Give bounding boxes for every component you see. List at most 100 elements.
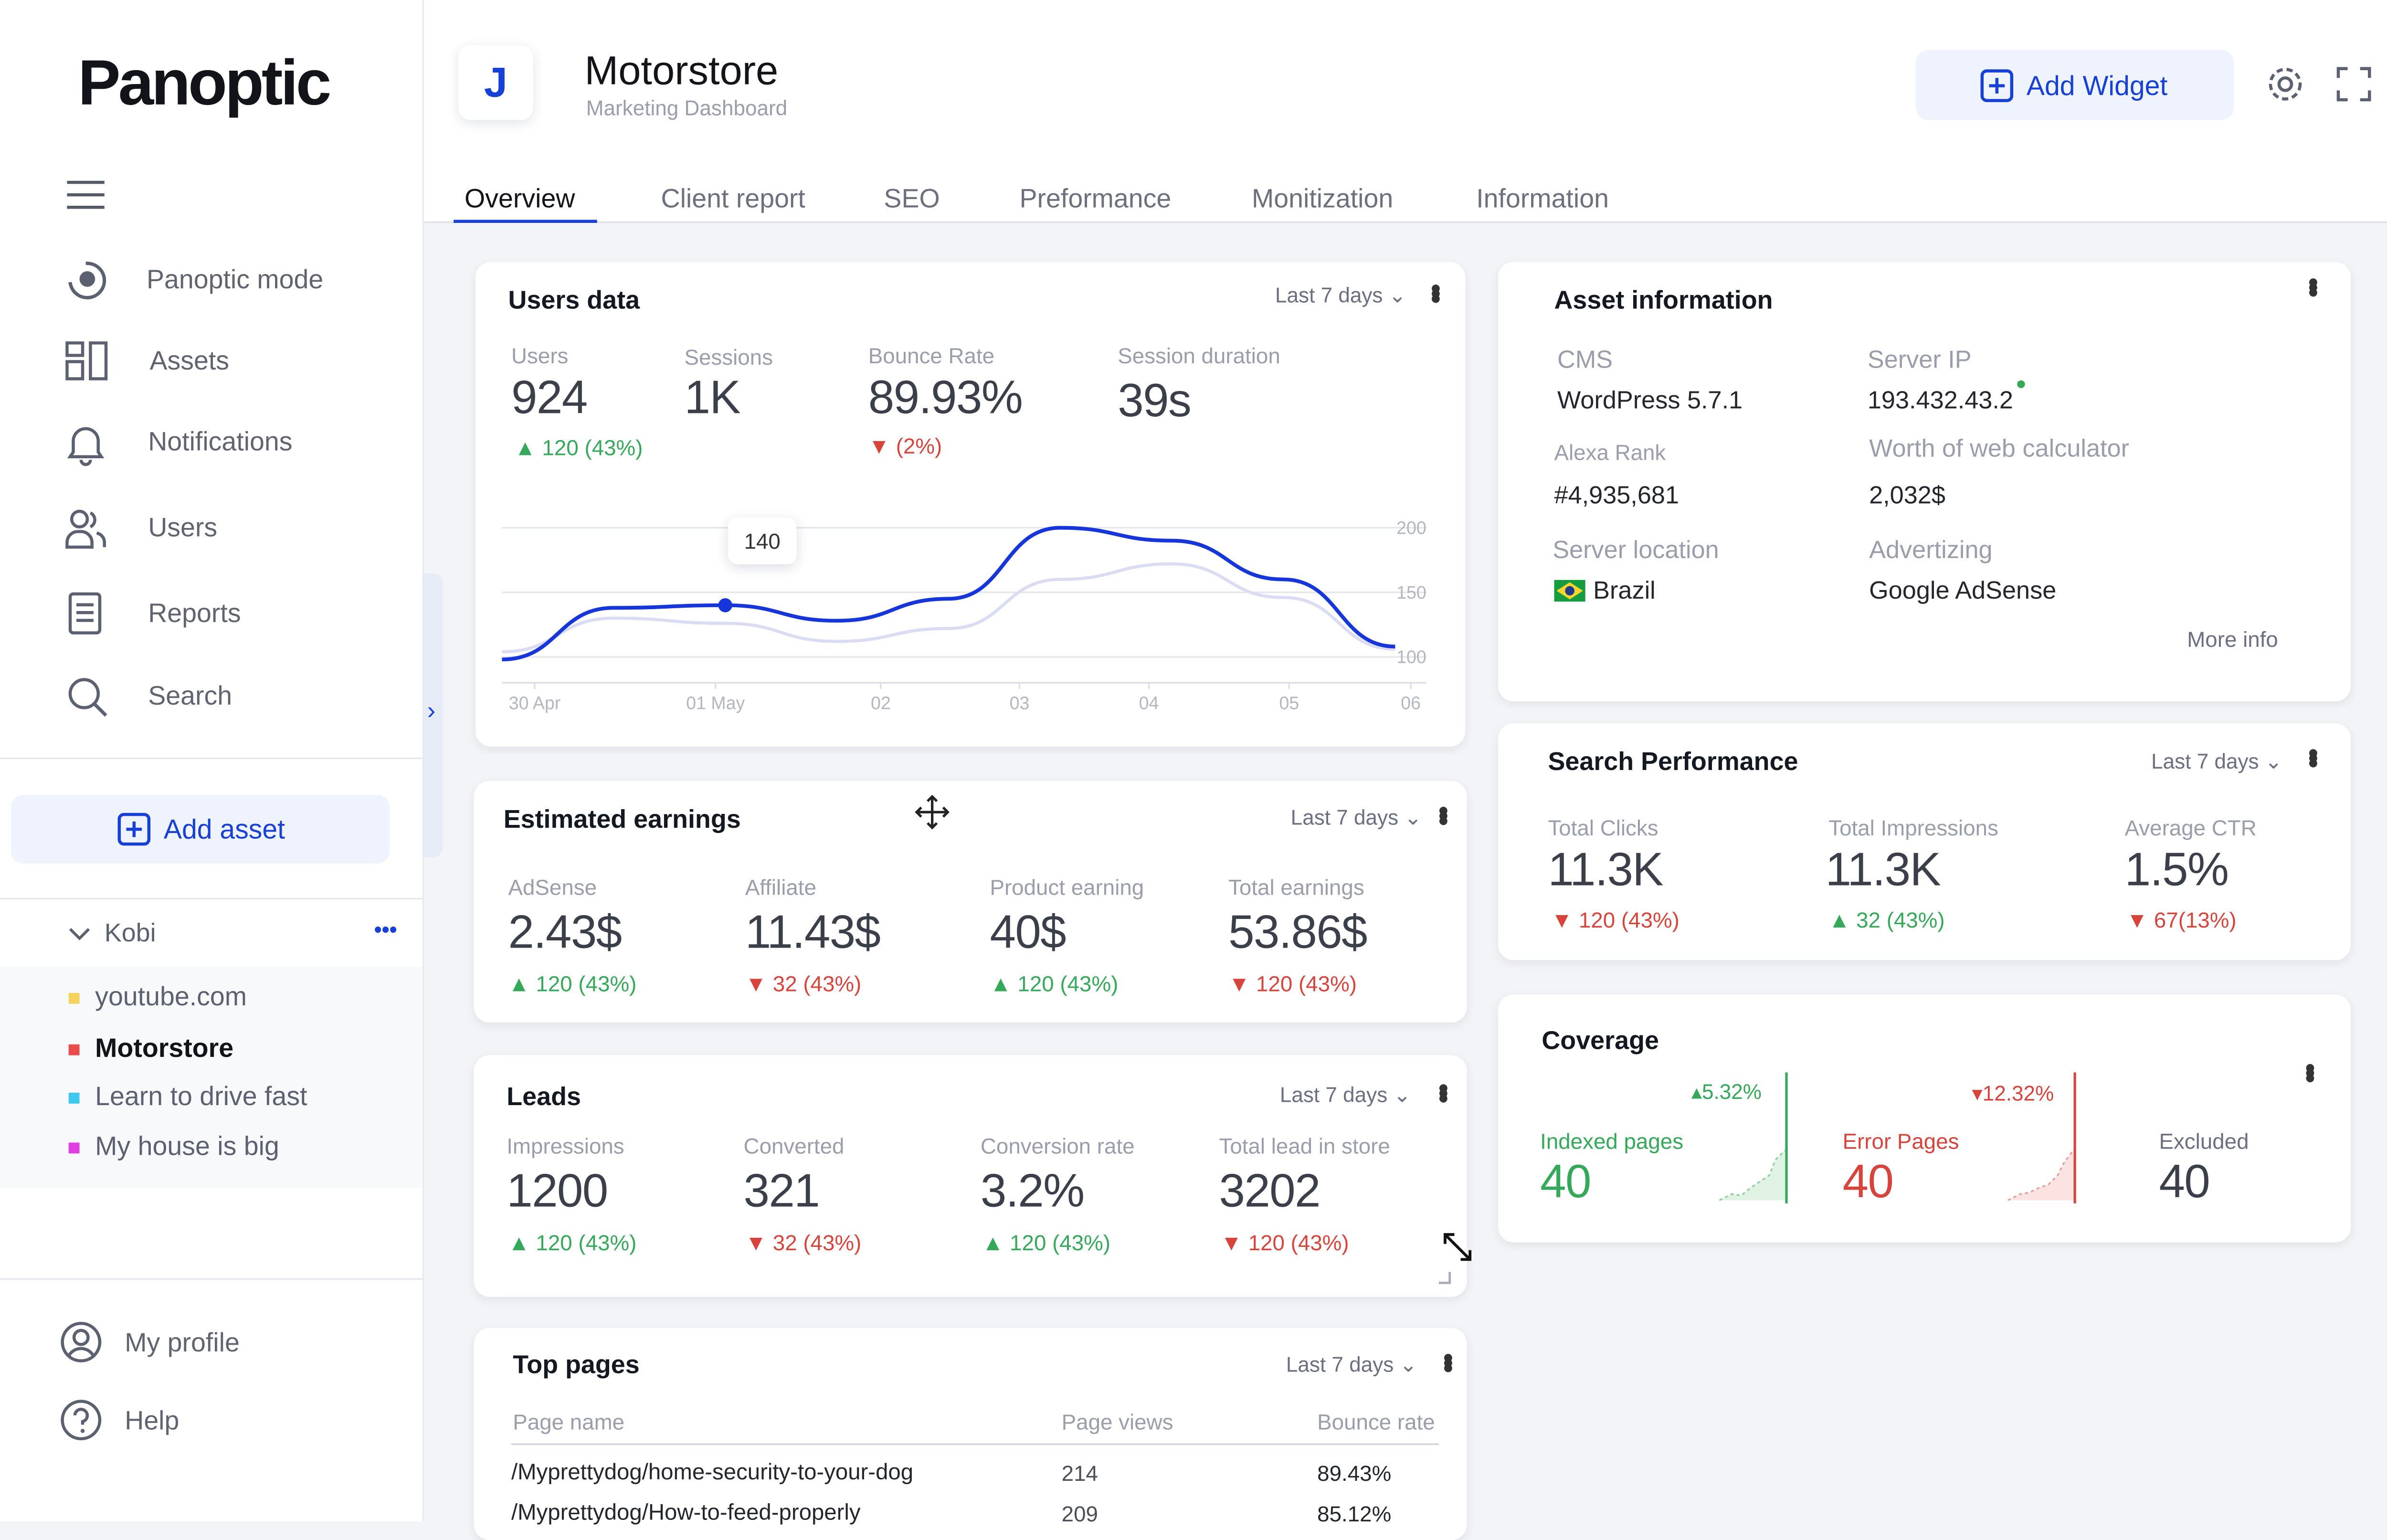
sidebar-item-help[interactable]: Help: [59, 1398, 371, 1442]
change-text: 32 (43%): [1856, 907, 1945, 932]
metric-label: Product earning: [990, 874, 1144, 900]
more-vertical-icon[interactable]: •••: [2298, 748, 2329, 763]
metric-change: ▼ 120 (43%): [1551, 907, 1679, 932]
logo[interactable]: Panoptic: [78, 46, 331, 120]
date-range-select[interactable]: Last 7 days ⌄: [2151, 750, 2282, 775]
error-sparkline: [2007, 1072, 2076, 1203]
tab-client-report[interactable]: Client report: [661, 184, 805, 215]
asset-color-dot: [68, 993, 80, 1004]
tab-preformance[interactable]: Preformance: [1020, 184, 1172, 215]
metric-value: 321: [743, 1166, 820, 1218]
x-tick-label: 30 Apr: [509, 693, 561, 713]
earnings-card: Estimated earnings Last 7 days ⌄ ••• AdS…: [474, 781, 1467, 1023]
resize-handle-icon[interactable]: [1437, 1270, 1453, 1286]
list-item[interactable]: Motorstore: [68, 1033, 234, 1065]
add-asset-button[interactable]: Add asset: [11, 795, 390, 864]
menu-icon[interactable]: [65, 179, 106, 211]
date-range-select[interactable]: Last 7 days ⌄: [1280, 1083, 1411, 1108]
sidebar-item-my-profile[interactable]: My profile: [59, 1320, 371, 1364]
tab-seo[interactable]: SEO: [884, 184, 940, 215]
field-value: #4,935,681: [1554, 483, 1679, 510]
column-header[interactable]: Page views: [1062, 1409, 1173, 1434]
metric-change: ▲ 120 (43%): [990, 971, 1119, 996]
change-text: 120 (43%): [1248, 1230, 1349, 1255]
asset-label: Learn to drive fast: [95, 1082, 307, 1112]
status-online-dot: [2017, 380, 2025, 389]
add-widget-button[interactable]: Add Widget: [1916, 50, 2234, 120]
field-value: 193.432.43.2: [1867, 388, 2013, 415]
list-item[interactable]: youtube.com: [68, 982, 247, 1013]
asset-color-dot: [68, 1093, 80, 1104]
change-text: 120 (43%): [1578, 907, 1679, 932]
plus-square-icon: [1980, 69, 2014, 103]
sidebar-item-notifications[interactable]: Notifications: [63, 419, 405, 466]
column-header[interactable]: Page name: [513, 1409, 624, 1434]
y-tick-label: 150: [1396, 582, 1426, 602]
gear-icon[interactable]: [2267, 65, 2304, 103]
sidebar-item-users[interactable]: Users: [63, 505, 405, 552]
logo-text: Panoptic: [78, 46, 331, 119]
x-tick-label: 04: [1139, 693, 1159, 713]
column-header[interactable]: Bounce rate: [1317, 1409, 1435, 1434]
metric-label: Sessions: [684, 344, 773, 369]
metric-change: ▲ 120 (43%): [982, 1230, 1111, 1255]
change-text: 120 (43%): [1256, 971, 1357, 996]
metric-change: ▼ (2%): [868, 433, 942, 459]
sidebar-item-reports[interactable]: Reports: [63, 591, 405, 638]
more-horizontal-icon[interactable]: •••: [374, 917, 397, 941]
tab-overview[interactable]: Overview: [465, 184, 575, 215]
more-vertical-icon[interactable]: •••: [1428, 806, 1459, 821]
date-range-select[interactable]: Last 7 days ⌄: [1275, 284, 1406, 308]
field-label: Alexa Rank: [1554, 439, 1666, 465]
range-label: Last 7 days: [2151, 749, 2259, 773]
metric-label: Session duration: [1118, 343, 1280, 368]
sidebar-item-assets[interactable]: Assets: [63, 338, 405, 385]
table-row[interactable]: /Myprettydog/How-to-feed-properly 209 85…: [511, 1499, 1439, 1537]
metric-label: Users: [511, 343, 569, 368]
card-title: Estimated earnings: [503, 806, 741, 834]
asset-label: youtube.com: [95, 982, 247, 1012]
asset-group-kobi[interactable]: Kobi •••: [63, 917, 405, 951]
more-vertical-icon[interactable]: •••: [1420, 284, 1451, 299]
tab-monitization[interactable]: Monitization: [1252, 184, 1393, 215]
sidebar-item-panoptic-mode[interactable]: Panoptic mode: [63, 256, 405, 303]
indexed-sparkline: [1719, 1072, 1788, 1203]
range-label: Last 7 days: [1279, 1083, 1388, 1107]
metric-change: ▼ 120 (43%): [1228, 971, 1357, 996]
field-label: Advertizing: [1869, 538, 1993, 565]
cell-page-views: 214: [1061, 1460, 1098, 1486]
add-widget-label: Add Widget: [2026, 70, 2168, 102]
series-line: [502, 526, 1395, 662]
more-vertical-icon[interactable]: •••: [1433, 1353, 1464, 1368]
reports-icon: [68, 592, 103, 636]
more-info-link[interactable]: More info: [2187, 627, 2278, 652]
tab-information[interactable]: Information: [1476, 184, 1609, 215]
x-tick-label: 01 May: [686, 693, 745, 713]
range-label: Last 7 days: [1275, 284, 1383, 307]
list-item[interactable]: Learn to drive fast: [68, 1082, 307, 1113]
sidebar-item-search[interactable]: Search: [63, 674, 405, 720]
fullscreen-icon[interactable]: [2335, 65, 2372, 103]
metric-label: AdSense: [508, 874, 597, 900]
resize-arrow-icon[interactable]: [1440, 1230, 1475, 1264]
avatar[interactable]: J: [458, 45, 533, 120]
metric-value: 40: [1842, 1156, 1894, 1208]
change-text: 120 (43%): [536, 1230, 637, 1255]
change-text: 67(13%): [2154, 907, 2237, 932]
asset-label: Motorstore: [95, 1033, 234, 1063]
move-icon[interactable]: [913, 793, 951, 831]
more-vertical-icon[interactable]: •••: [2298, 277, 2329, 293]
search-icon: [67, 676, 110, 720]
range-label: Last 7 days: [1290, 806, 1399, 830]
more-vertical-icon[interactable]: •••: [2295, 1063, 2326, 1078]
brazil-flag-icon: [1554, 580, 1585, 602]
list-item[interactable]: My house is big: [68, 1132, 279, 1163]
asset-color-dot: [68, 1044, 80, 1055]
date-range-select[interactable]: Last 7 days ⌄: [1286, 1353, 1417, 1378]
table-row[interactable]: /Myprettydog/home-security-to-your-dog 2…: [511, 1459, 1439, 1496]
x-tick-label: 05: [1279, 693, 1299, 713]
metric-label: Bounce Rate: [868, 343, 995, 368]
more-vertical-icon[interactable]: •••: [1428, 1083, 1459, 1098]
sidebar-collapse-handle[interactable]: ›: [424, 573, 443, 857]
date-range-select[interactable]: Last 7 days ⌄: [1291, 806, 1422, 831]
